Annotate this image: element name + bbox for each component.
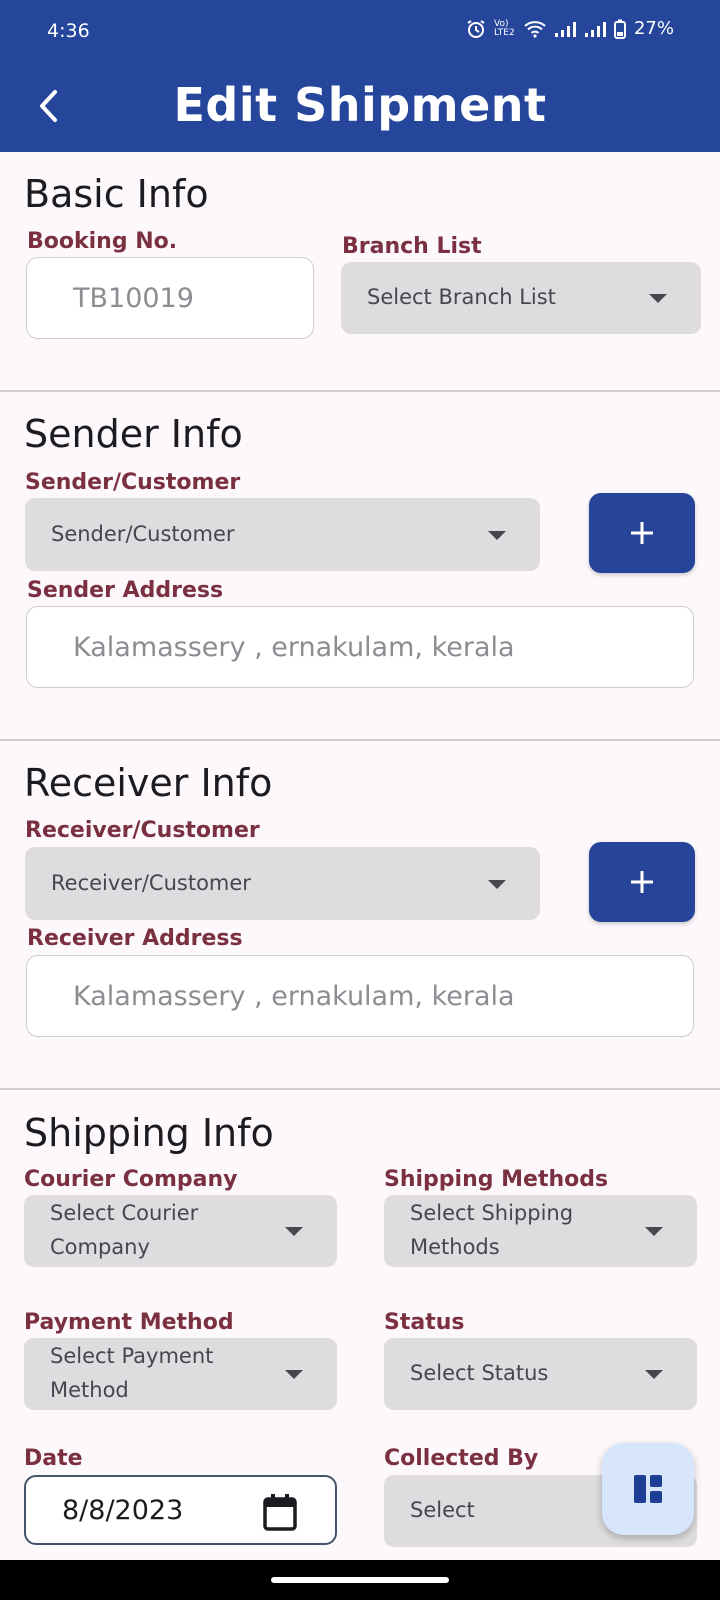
collected-by-value: Select [410, 1498, 475, 1523]
signal-icon-1 [554, 21, 576, 37]
date-field[interactable]: 8/8/2023 [24, 1475, 337, 1545]
status-label: Status [384, 1310, 465, 1335]
battery-percent: 27% [633, 18, 674, 39]
date-value: 8/8/2023 [62, 1494, 184, 1526]
basic-info-title: Basic Info [24, 172, 209, 216]
receiver-address-field[interactable]: Kalamassery , ernakulam, kerala [26, 955, 694, 1037]
booking-no-field[interactable]: TB10019 [26, 257, 314, 339]
payment-method-value: Select Payment Method [50, 1344, 214, 1402]
payment-method-label: Payment Method [24, 1310, 234, 1335]
dropdown-arrow-icon [488, 530, 506, 540]
plus-icon [631, 871, 653, 893]
receiver-customer-dropdown[interactable]: Receiver/Customer [25, 847, 540, 920]
branch-list-label: Branch List [342, 234, 482, 259]
sender-address-label: Sender Address [27, 578, 224, 603]
page-title: Edit Shipment [173, 78, 547, 132]
dropdown-arrow-icon [645, 1370, 663, 1379]
shipping-methods-dropdown[interactable]: Select Shipping Methods [384, 1195, 697, 1267]
courier-company-dropdown[interactable]: Select Courier Company [24, 1195, 337, 1267]
sender-customer-dropdown[interactable]: Sender/Customer [25, 498, 540, 571]
divider [0, 1088, 720, 1090]
status-bar: 4:36 Vo) LTE2 27% [0, 0, 720, 62]
shipping-info-title: Shipping Info [24, 1111, 274, 1155]
dashboard-icon [634, 1475, 662, 1503]
dropdown-arrow-icon [645, 1227, 663, 1236]
sender-address-field[interactable]: Kalamassery , ernakulam, kerala [26, 606, 694, 688]
battery-icon [613, 19, 626, 39]
dropdown-arrow-icon [488, 879, 506, 889]
signal-icon-2 [584, 21, 606, 37]
collected-by-label: Collected By [384, 1446, 539, 1471]
sender-customer-label: Sender/Customer [25, 470, 241, 495]
divider [0, 390, 720, 392]
shipping-methods-value: Select Shipping Methods [410, 1201, 574, 1259]
courier-company-label: Courier Company [24, 1167, 238, 1192]
calendar-icon[interactable] [263, 1493, 297, 1531]
shipping-methods-label: Shipping Methods [384, 1167, 609, 1192]
receiver-customer-value: Receiver/Customer [51, 870, 251, 895]
alarm-icon [467, 19, 485, 38]
receiver-info-title: Receiver Info [24, 761, 273, 805]
dropdown-arrow-icon [285, 1370, 303, 1379]
receiver-customer-label: Receiver/Customer [25, 818, 260, 843]
sender-customer-value: Sender/Customer [51, 521, 235, 546]
dashboard-fab[interactable] [602, 1443, 694, 1535]
status-icons: Vo) LTE2 27% [466, 18, 674, 39]
dropdown-arrow-icon [649, 294, 667, 303]
status-time: 4:36 [47, 20, 90, 42]
branch-list-value: Select Branch List [367, 285, 556, 310]
add-receiver-button[interactable] [589, 842, 695, 922]
status-dropdown[interactable]: Select Status [384, 1338, 697, 1410]
dropdown-arrow-icon [285, 1227, 303, 1236]
system-nav-bar [0, 1560, 720, 1600]
date-label: Date [24, 1446, 83, 1471]
payment-method-dropdown[interactable]: Select Payment Method [24, 1338, 337, 1410]
network-label: Vo) LTE2 [493, 18, 515, 38]
wifi-icon [524, 20, 546, 38]
divider [0, 739, 720, 741]
branch-list-dropdown[interactable]: Select Branch List [341, 262, 701, 334]
courier-company-value: Select Courier Company [50, 1201, 199, 1259]
status-value: Select Status [410, 1361, 549, 1386]
plus-icon [631, 522, 653, 544]
add-sender-button[interactable] [589, 493, 695, 573]
sender-info-title: Sender Info [24, 412, 243, 456]
home-gesture-handle[interactable] [271, 1577, 449, 1583]
booking-no-label: Booking No. [27, 229, 178, 254]
app-bar: Edit Shipment [0, 62, 720, 152]
receiver-address-label: Receiver Address [27, 926, 243, 951]
